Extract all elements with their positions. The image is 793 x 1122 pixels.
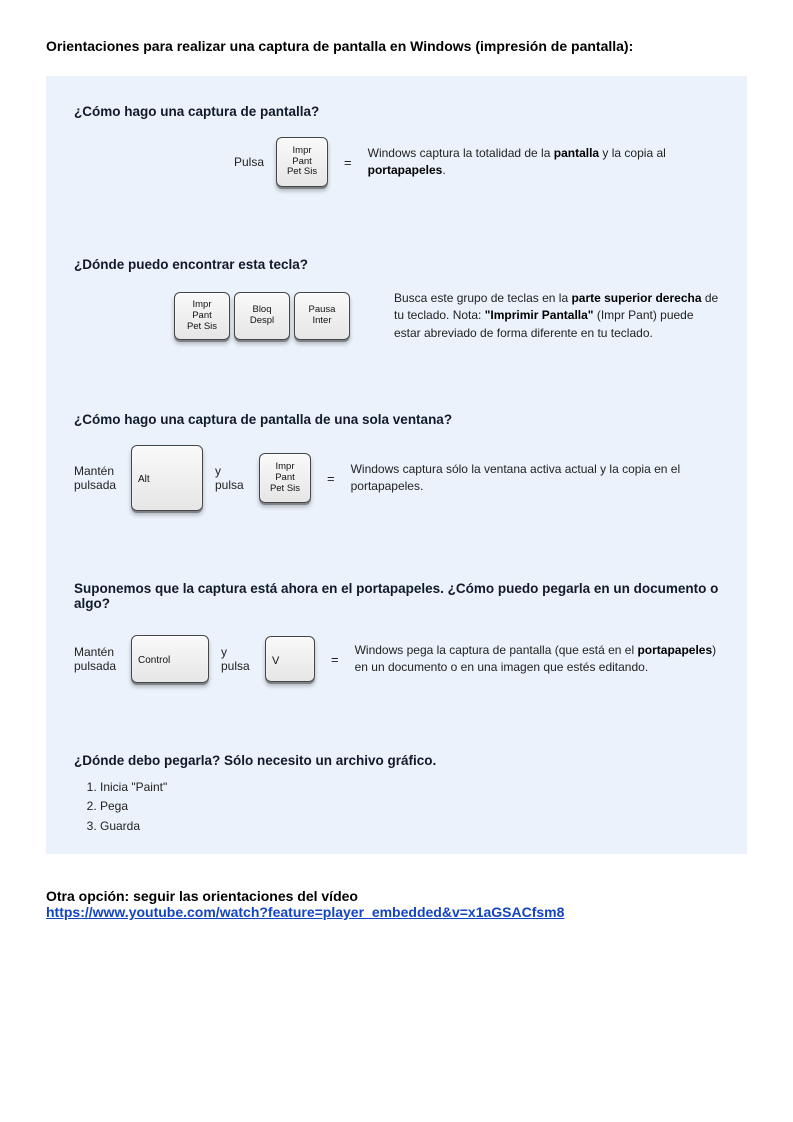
q4-ypulsa-label: y pulsa (221, 645, 253, 673)
v-key-icon: V (265, 636, 315, 682)
footer-text: Otra opción: seguir las orientaciones de… (46, 888, 747, 904)
q2-description: Busca este grupo de teclas en la parte s… (394, 290, 719, 342)
key-group-icon: Impr Pant Pet Sis Bloq Despl Pausa Inter (174, 292, 350, 340)
key-line: Impr (193, 300, 212, 311)
text-fragment: Windows pega la captura de pantalla (que… (355, 643, 638, 657)
scroll-lock-key-icon: Bloq Despl (234, 292, 290, 340)
key-line: Pant (275, 473, 295, 484)
text-fragment: y la copia al (599, 146, 666, 160)
list-item: Inicia "Paint" (100, 778, 719, 797)
text-bold: "Imprimir Pantalla" (485, 308, 594, 322)
print-screen-key-icon: Impr Pant Pet Sis (259, 453, 311, 503)
q3-row: Mantén pulsada Alt y pulsa Impr Pant Pet… (74, 445, 719, 511)
key-line: Pet Sis (287, 167, 317, 178)
text-bold: parte superior derecha (571, 291, 701, 305)
q2-heading: ¿Dónde puedo encontrar esta tecla? (74, 257, 719, 272)
q3-description: Windows captura sólo la ventana activa a… (351, 461, 719, 496)
q2-row: Impr Pant Pet Sis Bloq Despl Pausa Inter… (74, 290, 719, 342)
text-bold: pantalla (554, 146, 599, 160)
print-screen-key-icon: Impr Pant Pet Sis (174, 292, 230, 340)
q4-row: Mantén pulsada Control y pulsa V = Windo… (74, 635, 719, 683)
q4-manten-label: Mantén pulsada (74, 645, 119, 673)
instructions-panel: ¿Cómo hago una captura de pantalla? Puls… (46, 76, 747, 854)
pause-key-icon: Pausa Inter (294, 292, 350, 340)
alt-key-icon: Alt (131, 445, 203, 511)
list-item: Guarda (100, 817, 719, 836)
text-fragment: . (442, 163, 445, 177)
key-line: V (266, 651, 279, 668)
q1-row: Pulsa Impr Pant Pet Sis = Windows captur… (74, 137, 719, 187)
q3-heading: ¿Cómo hago una captura de pantalla de un… (74, 412, 719, 427)
key-line: Alt (132, 470, 150, 486)
q1-heading: ¿Cómo hago una captura de pantalla? (74, 104, 719, 119)
q4-description: Windows pega la captura de pantalla (que… (355, 642, 719, 677)
q1-description: Windows captura la totalidad de la panta… (368, 145, 719, 180)
q5-heading: ¿Dónde debo pegarla? Sólo necesito un ar… (74, 753, 719, 768)
q3-ypulsa-label: y pulsa (215, 464, 247, 492)
text-fragment: Busca este grupo de teclas en la (394, 291, 571, 305)
q3-manten-label: Mantén pulsada (74, 464, 119, 492)
page-title: Orientaciones para realizar una captura … (46, 38, 747, 54)
control-key-icon: Control (131, 635, 209, 683)
equals-icon: = (327, 652, 343, 667)
q4-heading: Suponemos que la captura está ahora en e… (74, 581, 719, 611)
q1-pulsa-label: Pulsa (234, 155, 264, 169)
list-item: Pega (100, 797, 719, 816)
text-fragment: Windows captura la totalidad de la (368, 146, 554, 160)
key-line: Pet Sis (270, 484, 300, 495)
key-line: Inter (312, 316, 331, 327)
key-line: Impr (293, 146, 312, 157)
key-line: Pant (192, 311, 212, 322)
text-bold: portapapeles (637, 643, 712, 657)
video-link[interactable]: https://www.youtube.com/watch?feature=pl… (46, 904, 564, 920)
equals-icon: = (323, 471, 339, 486)
key-line: Despl (250, 316, 274, 327)
q5-steps-list: Inicia "Paint" Pega Guarda (74, 778, 719, 836)
key-line: Control (132, 651, 170, 667)
print-screen-key-icon: Impr Pant Pet Sis (276, 137, 328, 187)
key-line: Pet Sis (187, 322, 217, 333)
text-bold: portapapeles (368, 163, 443, 177)
equals-icon: = (340, 155, 356, 170)
